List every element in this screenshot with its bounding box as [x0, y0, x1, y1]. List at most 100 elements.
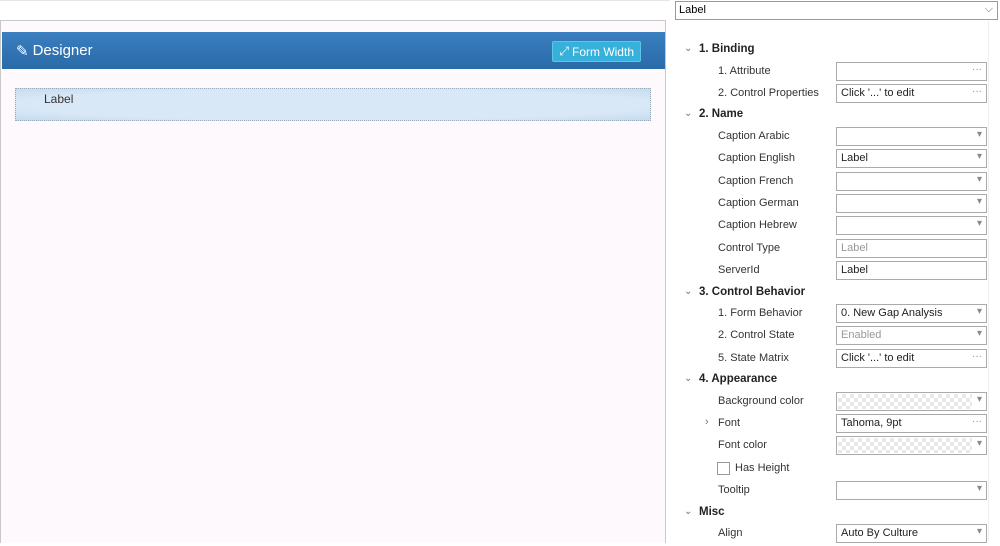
property-label: Caption Arabic: [718, 129, 790, 142]
property-value-tooltip[interactable]: ▾: [836, 481, 987, 501]
section-4-appearance[interactable]: ⌄ 4. Appearance: [670, 370, 1000, 391]
property-value-caption-english[interactable]: Label ▾: [836, 149, 987, 169]
dropdown-arrow-icon[interactable]: ▾: [977, 483, 982, 494]
property-value-caption-hebrew[interactable]: ▾: [836, 216, 987, 236]
property-value-5-state-matrix[interactable]: Click '...' to edit ···: [836, 348, 987, 368]
property-label: Caption German: [718, 196, 799, 209]
section-title: 1. Binding: [699, 43, 755, 55]
dropdown-arrow-icon[interactable]: ▾: [977, 306, 982, 317]
property-value-caption-german[interactable]: ▾: [836, 193, 987, 213]
section-title: 3. Control Behavior: [699, 285, 806, 298]
section-misc[interactable]: ⌄ Misc: [670, 503, 1000, 524]
property-row-control-type: Control Type Label: [670, 238, 1000, 260]
property-value-text: Label: [841, 264, 868, 277]
section-title: Misc: [699, 505, 725, 518]
property-value-text: Label: [841, 152, 868, 165]
property-value-1-form-behavior[interactable]: 0. New Gap Analysis ▾: [836, 304, 987, 324]
form-width-button[interactable]: ⤢ Form Width: [552, 41, 641, 62]
property-label: Background color: [718, 394, 804, 407]
ellipsis-button[interactable]: ···: [972, 351, 982, 362]
pencil-ruler-icon: ✎: [16, 42, 29, 60]
property-label: Caption English: [718, 152, 796, 165]
property-label: Tooltip: [718, 484, 750, 497]
property-label: Font color: [718, 439, 767, 452]
property-value-2-control-properties[interactable]: Click '...' to edit ···: [836, 83, 987, 103]
designer-title: Designer: [32, 42, 93, 59]
property-value-text: Auto By Culture: [841, 527, 919, 540]
property-value-align[interactable]: Auto By Culture ▾: [836, 524, 987, 544]
property-row-font: › Font Tahoma, 9pt ···: [670, 413, 1000, 435]
property-label: 5. State Matrix: [718, 351, 789, 364]
chevron-down-icon: ⌵: [984, 3, 993, 15]
dropdown-arrow-icon[interactable]: ▾: [977, 394, 982, 405]
section-2-name[interactable]: ⌄ 2. Name: [670, 105, 1000, 126]
property-value-1-attribute[interactable]: ···: [836, 61, 987, 81]
dropdown-arrow-icon[interactable]: ▾: [977, 328, 982, 339]
property-label: 2. Control State: [718, 329, 795, 342]
chevron-down-icon[interactable]: ⌄: [684, 43, 692, 54]
section-3-control-behavior[interactable]: ⌄ 3. Control Behavior: [670, 283, 1000, 304]
control-selector-dropdown[interactable]: Label ⌵: [675, 1, 998, 20]
dropdown-arrow-icon[interactable]: ▾: [977, 196, 982, 207]
property-label: Has Height: [735, 461, 790, 474]
property-label: ServerId: [718, 264, 760, 277]
designer-panel: ✎ Designer ⤢ Form Width Label: [0, 20, 666, 543]
dropdown-arrow-icon[interactable]: ▾: [977, 218, 982, 229]
property-label: Caption Hebrew: [718, 219, 797, 232]
property-value-text: Click '...' to edit: [841, 86, 915, 99]
ellipsis-button[interactable]: ···: [972, 416, 982, 427]
property-value-text: 0. New Gap Analysis: [841, 307, 943, 320]
chevron-right-icon[interactable]: ›: [705, 416, 709, 428]
property-value-text: Tahoma, 9pt: [841, 417, 902, 430]
property-row-serverid: ServerId Label: [670, 260, 1000, 282]
property-row-background-color: Background color ▾: [670, 391, 1000, 413]
property-row-caption-hebrew: Caption Hebrew ▾: [670, 215, 1000, 237]
chevron-down-icon[interactable]: ⌄: [684, 108, 692, 119]
property-label: Caption French: [718, 174, 794, 187]
form-width-label: Form Width: [571, 44, 634, 59]
property-label: 2. Control Properties: [718, 86, 819, 99]
top-divider: [0, 0, 670, 1]
dropdown-arrow-icon[interactable]: ▾: [977, 526, 982, 537]
section-title: 2. Name: [699, 108, 744, 121]
property-value-font-color[interactable]: ▾: [836, 436, 987, 456]
property-row-caption-french: Caption French ▾: [670, 171, 1000, 193]
dropdown-arrow-icon[interactable]: ▾: [977, 151, 982, 162]
ellipsis-button[interactable]: ···: [972, 64, 982, 75]
chevron-down-icon[interactable]: ⌄: [684, 286, 692, 297]
property-row-caption-arabic: Caption Arabic ▾: [670, 126, 1000, 148]
property-value-serverid[interactable]: Label: [836, 261, 987, 281]
color-swatch: [838, 393, 972, 409]
property-label: 1. Attribute: [718, 64, 771, 77]
property-row-align: Align Auto By Culture ▾: [670, 523, 1000, 545]
property-row-2-control-properties: 2. Control Properties Click '...' to edit…: [670, 83, 1000, 105]
ellipsis-button[interactable]: ···: [972, 86, 982, 97]
color-swatch: [838, 438, 972, 454]
designer-header: ✎ Designer ⤢ Form Width: [2, 32, 665, 69]
property-value-text: Label: [841, 241, 868, 254]
property-row-tooltip: Tooltip ▾: [670, 480, 1000, 502]
property-value-caption-french[interactable]: ▾: [836, 171, 987, 191]
property-value-caption-arabic[interactable]: ▾: [836, 126, 987, 146]
dropdown-arrow-icon[interactable]: ▾: [977, 174, 982, 185]
property-value-font[interactable]: Tahoma, 9pt ···: [836, 414, 987, 434]
chevron-down-icon[interactable]: ⌄: [684, 373, 692, 384]
scrollbar[interactable]: [988, 21, 998, 541]
control-selector-value: Label: [679, 4, 706, 16]
property-label: Control Type: [718, 241, 781, 254]
chevron-down-icon[interactable]: ⌄: [684, 506, 692, 517]
has-height-checkbox[interactable]: [717, 461, 730, 475]
property-row-has-height: Has Height: [670, 458, 1000, 480]
property-row-1-attribute: 1. Attribute ···: [670, 61, 1000, 83]
label-control[interactable]: Label: [15, 88, 651, 121]
property-row-caption-german: Caption German ▾: [670, 193, 1000, 215]
property-row-font-color: Font color ▾: [670, 435, 1000, 457]
dropdown-arrow-icon[interactable]: ▾: [977, 129, 982, 140]
dropdown-arrow-icon[interactable]: ▾: [977, 438, 982, 449]
property-value-background-color[interactable]: ▾: [836, 391, 987, 411]
property-label: Font: [718, 417, 741, 430]
property-value-text: Enabled: [841, 329, 882, 342]
section-1-binding[interactable]: ⌄ 1. Binding: [670, 40, 1000, 61]
section-title: 4. Appearance: [699, 373, 778, 386]
expand-icon: ⤢: [559, 44, 569, 58]
